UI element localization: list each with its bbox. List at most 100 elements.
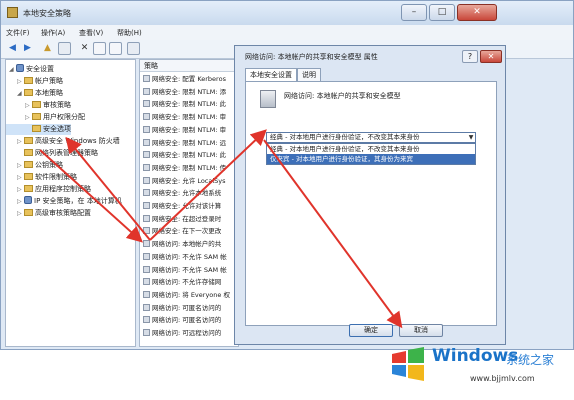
policy-row[interactable]: 网络访问: 不允许 SAM 帐	[143, 252, 227, 263]
policy-row[interactable]: 网络安全: 允许 LocalSys	[143, 176, 226, 187]
policy-icon	[143, 303, 150, 311]
policy-row[interactable]: 网络安全: 限制 NTLM: 审	[143, 112, 226, 123]
dialog-panel: 网络访问: 本地帐户的共享和安全模型 经典 - 对本地用户进行身份验证，不改变其…	[245, 81, 497, 326]
policy-row[interactable]: 网络安全: 限制 NTLM: 传	[143, 163, 226, 174]
policy-icon	[143, 316, 150, 324]
policy-row-label: 网络访问: 本地帐户的共	[152, 240, 222, 249]
back-icon[interactable]: ◀	[6, 42, 19, 55]
expand-toggle-icon[interactable]: ▷	[17, 196, 24, 207]
policy-row[interactable]: 网络访问: 可匿名访问的	[143, 303, 221, 314]
policy-row[interactable]: 网络访问: 本地帐户的共	[143, 239, 221, 250]
policy-row[interactable]: 网络安全: 限制 NTLM: 远	[143, 138, 226, 149]
tree-item[interactable]: ▷ 用户权限分配	[6, 112, 85, 123]
expand-toggle-icon[interactable]: ▷	[25, 100, 32, 111]
expand-toggle-icon[interactable]: ▷	[17, 208, 24, 219]
policy-row-label: 网络安全: 限制 NTLM: 远	[152, 138, 227, 147]
shield-icon	[16, 64, 24, 72]
policy-row-label: 网络访问: 不允许存储网	[152, 278, 222, 287]
policy-row[interactable]: 网络安全: 配置 Kerberos	[143, 74, 226, 85]
tree-item[interactable]: ▷ 公钥策略	[6, 160, 63, 171]
tab-local-security-setting[interactable]: 本地安全设置	[245, 68, 297, 82]
tree-item-label: 安全设置	[26, 65, 54, 73]
policy-row[interactable]: 网络安全: 在超过登录时	[143, 214, 221, 225]
policy-row-label: 网络安全: 限制 NTLM: 审	[152, 113, 227, 122]
policy-row[interactable]: 网络安全: 在下一次更改	[143, 226, 221, 237]
expand-toggle-icon[interactable]: ▷	[17, 160, 24, 171]
forward-icon[interactable]: ▶	[21, 42, 34, 55]
policy-row-label: 网络安全: 允许 LocalSys	[152, 176, 226, 185]
policy-row-label: 网络访问: 不允许 SAM 帐	[152, 252, 227, 261]
policy-row[interactable]: 网络访问: 不允许存储网	[143, 277, 221, 288]
ok-button[interactable]: 确定	[349, 324, 393, 337]
folder-icon	[32, 125, 41, 132]
tree-item-label: 软件限制策略	[35, 173, 77, 181]
tree-item[interactable]: ▷ 审核策略	[6, 100, 71, 111]
expand-toggle-icon[interactable]: ▷	[17, 184, 24, 195]
tab-explain[interactable]: 说明	[297, 68, 321, 81]
policy-icon	[143, 176, 150, 184]
policy-icon	[143, 151, 150, 159]
title-bar[interactable]: 本地安全策略 – □ ✕	[1, 1, 573, 25]
policy-row[interactable]: 网络安全: 限制 NTLM: 此	[143, 99, 226, 110]
policy-icon	[143, 278, 150, 286]
expand-toggle-icon[interactable]: ▷	[17, 76, 24, 87]
tree-item[interactable]: 安全选项	[6, 124, 71, 135]
menu-file[interactable]: 文件(F)	[6, 28, 30, 38]
expand-toggle-icon[interactable]: ◢	[9, 64, 16, 75]
option-guest-only[interactable]: 仅来宾 - 对本地用户进行身份验证，其身份为来宾	[267, 154, 475, 164]
window-title: 本地安全策略	[23, 9, 71, 18]
policy-row[interactable]: 网络安全: 允许对该计算	[143, 201, 221, 212]
policy-row[interactable]: 网络访问: 将 Everyone 权	[143, 290, 230, 301]
policy-icon	[143, 125, 150, 133]
dialog-close-button[interactable]: ✕	[480, 50, 502, 63]
tree-item[interactable]: ▷ 软件限制策略	[6, 172, 77, 183]
menu-view[interactable]: 查看(V)	[79, 28, 103, 38]
close-button[interactable]: ✕	[457, 4, 497, 21]
menu-action[interactable]: 操作(A)	[41, 28, 65, 38]
folder-icon[interactable]	[58, 42, 71, 55]
policy-icon	[143, 138, 150, 146]
folder-icon	[24, 185, 33, 192]
tree-item[interactable]: 网络列表管理器策略	[6, 148, 98, 159]
policy-icon	[143, 113, 150, 121]
policy-row[interactable]: 网络安全: 允许本地系统	[143, 188, 221, 199]
maximize-button[interactable]: □	[429, 4, 455, 21]
policy-row[interactable]: 网络访问: 不允许 SAM 帐	[143, 265, 227, 276]
up-icon[interactable]: ▲	[41, 42, 54, 55]
sharing-model-dropdown: 经典 - 对本地用户进行身份验证，不改变其本来身份 仅来宾 - 对本地用户进行身…	[266, 143, 476, 165]
folder-icon	[24, 89, 33, 96]
policy-row[interactable]: 网络安全: 限制 NTLM: 添	[143, 87, 226, 98]
properties-icon[interactable]	[93, 42, 106, 55]
export-icon[interactable]	[109, 42, 122, 55]
policy-row[interactable]: 网络安全: 限制 NTLM: 审	[143, 125, 226, 136]
policy-row[interactable]: 网络访问: 可远程访问的	[143, 328, 221, 339]
minimize-button[interactable]: –	[401, 4, 427, 21]
help-icon[interactable]	[127, 42, 140, 55]
dialog-help-button[interactable]: ?	[462, 50, 478, 63]
tree-item[interactable]: ▷ IP 安全策略，在 本地计算机	[6, 196, 122, 207]
policy-row[interactable]: 网络安全: 限制 NTLM: 此	[143, 150, 226, 161]
policy-row-label: 网络安全: 限制 NTLM: 此	[152, 151, 227, 160]
tree-item[interactable]: ▷ 应用程序控制策略	[6, 184, 91, 195]
expand-toggle-icon[interactable]: ▷	[17, 172, 24, 183]
policy-row[interactable]: 网络访问: 可匿名访问的	[143, 315, 221, 326]
cancel-button[interactable]: 取消	[399, 324, 443, 337]
expand-toggle-icon[interactable]: ▷	[17, 136, 24, 147]
tree-item-label: 应用程序控制策略	[35, 185, 91, 193]
policy-column-header[interactable]: 策略	[140, 60, 238, 72]
delete-icon[interactable]: ✕	[78, 42, 91, 55]
policy-row-label: 网络安全: 限制 NTLM: 传	[152, 163, 227, 172]
policy-icon	[143, 252, 150, 260]
menu-help[interactable]: 帮助(H)	[117, 28, 142, 38]
policy-icon	[143, 189, 150, 197]
option-classic[interactable]: 经典 - 对本地用户进行身份验证，不改变其本来身份	[267, 144, 475, 154]
expand-toggle-icon[interactable]: ◢	[17, 88, 24, 99]
expand-toggle-icon[interactable]: ▷	[25, 112, 32, 123]
sharing-model-select[interactable]: 经典 - 对本地用户进行身份验证，不改变其本来身份 ▼	[266, 132, 476, 143]
tree-item[interactable]: ▷ 帐户策略	[6, 76, 63, 87]
tree-item[interactable]: ▷ 高级审核策略配置	[6, 208, 91, 219]
chevron-down-icon[interactable]: ▼	[466, 133, 475, 142]
tree-item[interactable]: ◢ 安全设置	[6, 64, 54, 75]
tree-item[interactable]: ▷ 高级安全 Windows 防火墙	[6, 136, 120, 147]
tree-item[interactable]: ◢ 本地策略	[6, 88, 63, 99]
